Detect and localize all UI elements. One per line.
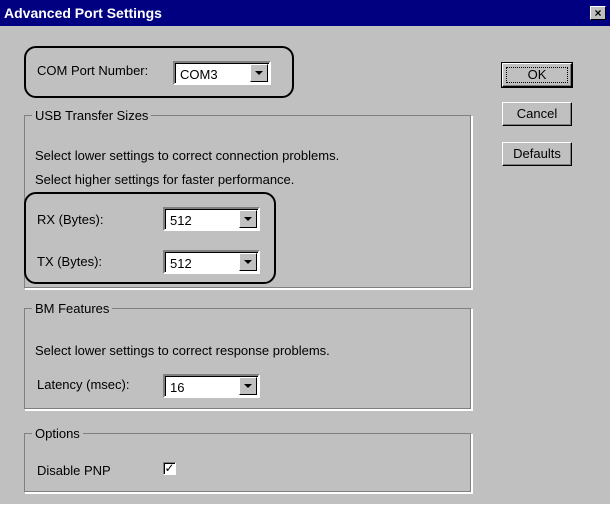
com-port-label: COM Port Number:: [37, 63, 149, 78]
checkmark-icon: ✓: [164, 461, 175, 475]
focus-rect: [506, 67, 568, 83]
options-legend: Options: [32, 426, 83, 441]
bm-features-legend: BM Features: [32, 301, 113, 316]
chevron-down-icon[interactable]: [239, 253, 257, 271]
latency-select[interactable]: 16: [163, 374, 260, 398]
advanced-port-settings-dialog: Advanced Port Settings × COM Port Number…: [0, 0, 610, 504]
usb-hint-lower: Select lower settings to correct connect…: [35, 148, 340, 163]
chevron-down-icon[interactable]: [250, 64, 268, 82]
tx-bytes-value: 512: [170, 256, 192, 271]
rx-bytes-select[interactable]: 512: [163, 207, 260, 231]
chevron-down-icon[interactable]: [239, 210, 257, 228]
chevron-down-icon[interactable]: [239, 377, 257, 395]
rx-bytes-value: 512: [170, 213, 192, 228]
window-title: Advanced Port Settings: [4, 5, 162, 21]
tx-label: TX (Bytes):: [37, 254, 103, 269]
tx-bytes-select[interactable]: 512: [163, 250, 260, 274]
cancel-button-label: Cancel: [516, 106, 558, 121]
close-icon: ×: [594, 6, 602, 20]
rx-label: RX (Bytes):: [37, 212, 104, 227]
latency-value: 16: [170, 380, 185, 395]
close-button[interactable]: ×: [590, 6, 606, 20]
disable-pnp-label: Disable PNP: [37, 463, 111, 478]
bm-hint: Select lower settings to correct respons…: [35, 343, 330, 358]
ok-button[interactable]: OK: [501, 62, 573, 88]
title-bar[interactable]: Advanced Port Settings ×: [0, 0, 610, 26]
defaults-button-label: Defaults: [513, 146, 561, 161]
usb-hint-higher: Select higher settings for faster perfor…: [35, 172, 295, 187]
com-port-value: COM3: [180, 67, 218, 82]
com-port-select[interactable]: COM3: [173, 61, 271, 85]
usb-transfer-sizes-legend: USB Transfer Sizes: [32, 108, 152, 123]
cancel-button[interactable]: Cancel: [502, 102, 572, 126]
defaults-button[interactable]: Defaults: [502, 142, 572, 166]
latency-label: Latency (msec):: [37, 377, 130, 392]
disable-pnp-checkbox[interactable]: ✓: [163, 462, 176, 475]
